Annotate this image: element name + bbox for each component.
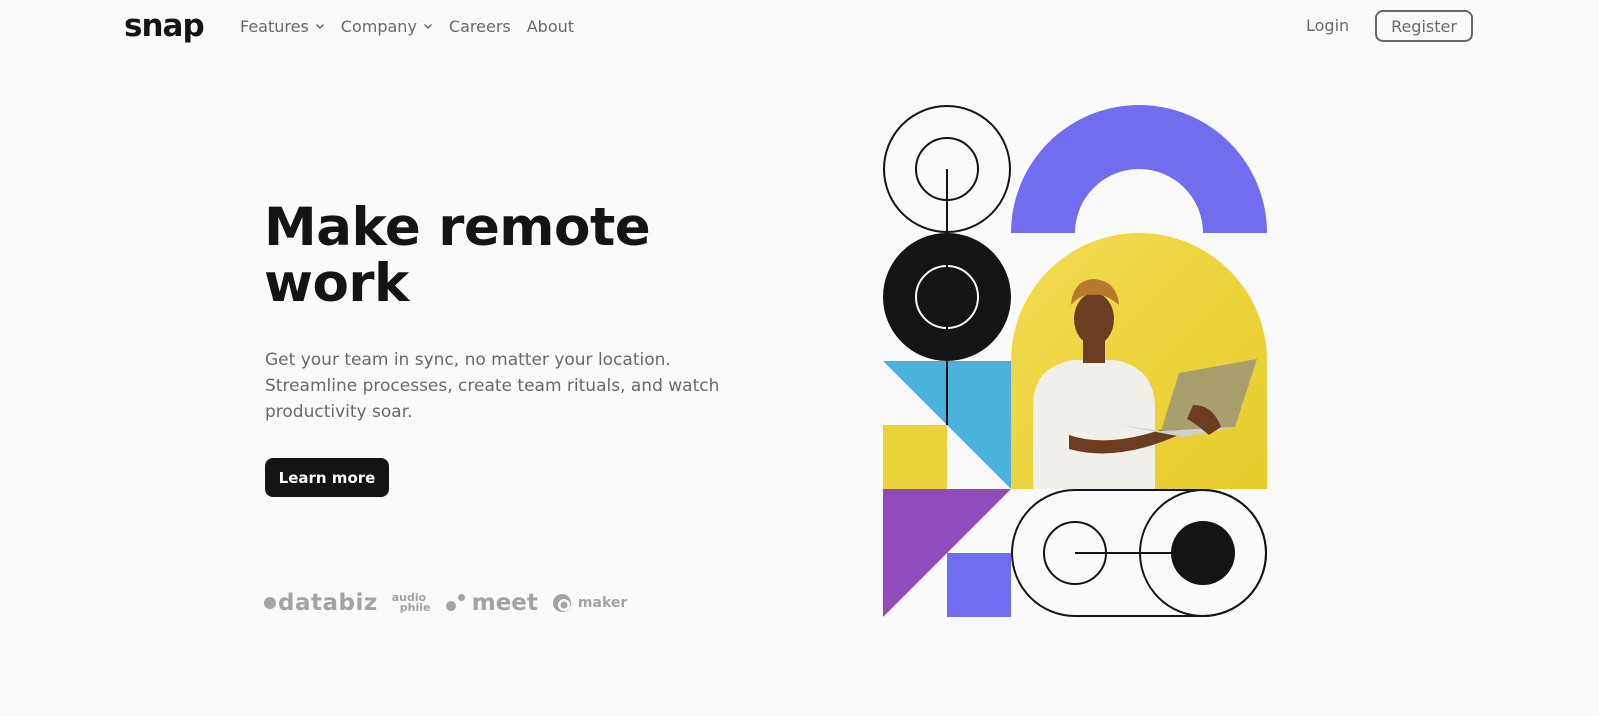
audiophile-label-bottom: phile <box>399 601 431 614</box>
yellow-square-shape <box>883 425 947 489</box>
databiz-dot-icon <box>264 597 276 609</box>
snap-logo[interactable]: snap <box>124 4 205 48</box>
chevron-down-icon <box>423 23 432 30</box>
nav-item-label: Company <box>340 16 417 36</box>
main-nav: Features Company Careers About <box>240 14 590 38</box>
hero-description: Get your team in sync, no matter your lo… <box>265 350 720 422</box>
register-button[interactable]: Register <box>1375 10 1473 42</box>
databiz-label: databiz <box>278 590 378 616</box>
purple-arch-shape <box>1011 105 1267 233</box>
client-logos: databiz audio phile meet maker <box>264 588 641 618</box>
illustration-graphic <box>883 105 1267 617</box>
hero-illustration <box>883 105 1267 617</box>
nav-item-label: About <box>526 16 575 36</box>
capsule-shape <box>1011 489 1267 617</box>
purple-square-shape <box>947 553 1011 617</box>
hero-title: Make remote work <box>264 200 704 312</box>
meet-logo: meet <box>445 590 538 616</box>
maker-label: maker <box>577 595 628 611</box>
databiz-logo: databiz <box>264 590 378 616</box>
site-header: snap Features Company Careers About Logi… <box>0 0 1599 56</box>
nav-item-label: Careers <box>448 16 511 36</box>
maker-icon <box>552 594 571 612</box>
nav-item-about[interactable]: About <box>527 17 574 36</box>
learn-more-button[interactable]: Learn more <box>265 458 389 497</box>
chevron-down-icon <box>315 23 324 30</box>
meet-dots-icon <box>445 592 470 614</box>
nav-item-features[interactable]: Features <box>240 17 325 36</box>
audiophile-logo: audio phile <box>392 592 432 614</box>
hero-title-line-2: work <box>264 253 409 314</box>
person-with-laptop-image <box>1011 233 1267 489</box>
nav-item-company[interactable]: Company <box>341 17 433 36</box>
nav-item-label: Features <box>240 16 309 36</box>
nav-item-careers[interactable]: Careers <box>449 17 511 36</box>
login-link[interactable]: Login <box>1306 16 1349 35</box>
maker-logo: maker <box>552 593 627 613</box>
meet-label: meet <box>471 590 538 616</box>
hero-title-line-1: Make remote <box>264 197 651 258</box>
